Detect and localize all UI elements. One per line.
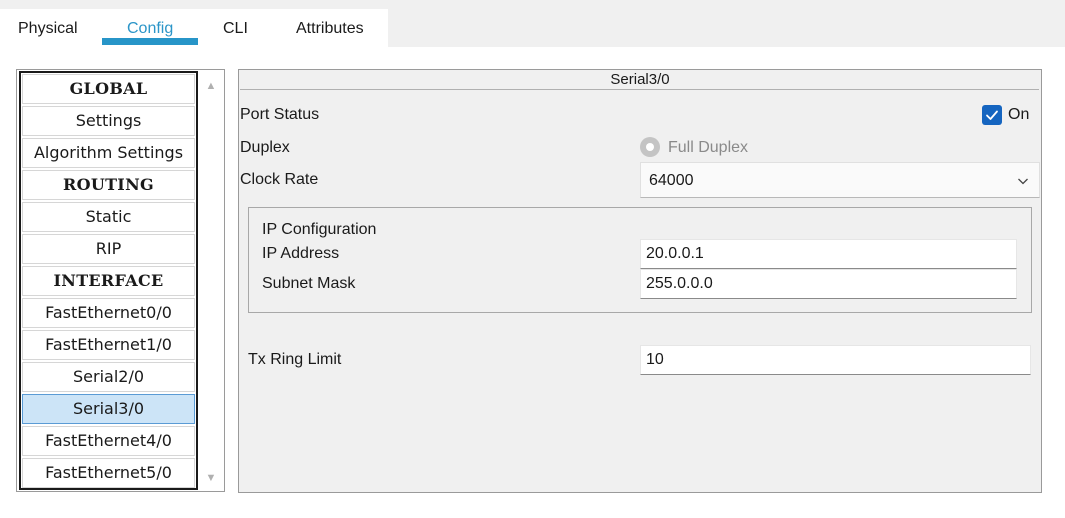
- tab-config[interactable]: Config: [127, 18, 173, 40]
- sidebar-item-fastethernet5-0[interactable]: FastEthernet5/0: [22, 458, 195, 488]
- tx-ring-limit-input[interactable]: [640, 345, 1031, 375]
- radio-dot: [646, 143, 654, 151]
- panel-title: Serial3/0: [610, 71, 670, 88]
- active-tab-indicator: [102, 38, 198, 45]
- clock-rate-select[interactable]: 64000: [640, 162, 1040, 198]
- sidebar-header-interface: INTERFACE: [22, 266, 195, 296]
- full-duplex-label: Full Duplex: [668, 139, 749, 156]
- sidebar-item-static[interactable]: Static: [22, 202, 195, 232]
- subnet-mask-input[interactable]: [640, 269, 1017, 299]
- clock-rate-label: Clock Rate: [240, 171, 319, 188]
- tx-ring-limit-label: Tx Ring Limit: [248, 351, 342, 368]
- sidebar-header-global: GLOBAL: [22, 74, 195, 104]
- port-status-checkbox[interactable]: [982, 105, 1002, 125]
- port-status-on-label: On: [1008, 106, 1030, 123]
- tab-cli[interactable]: CLI: [223, 18, 248, 40]
- port-status-label: Port Status: [240, 106, 320, 123]
- tab-attributes[interactable]: Attributes: [296, 18, 364, 40]
- subnet-mask-label: Subnet Mask: [262, 275, 356, 292]
- checkmark-icon: [986, 110, 998, 120]
- arrow-down-icon[interactable]: ▼: [204, 472, 218, 484]
- sidebar-item-settings[interactable]: Settings: [22, 106, 195, 136]
- sidebar-item-fastethernet0-0[interactable]: FastEthernet0/0: [22, 298, 195, 328]
- divider: [240, 89, 1039, 90]
- sidebar-item-rip[interactable]: RIP: [22, 234, 195, 264]
- arrow-up-icon[interactable]: ▲: [204, 80, 218, 92]
- full-duplex-radio[interactable]: [640, 137, 660, 157]
- sidebar-item-fastethernet4-0[interactable]: FastEthernet4/0: [22, 426, 195, 456]
- clock-rate-value: 64000: [649, 172, 694, 189]
- ip-address-input[interactable]: [640, 239, 1017, 269]
- sidebar-item-algorithm-settings[interactable]: Algorithm Settings: [22, 138, 195, 168]
- sidebar-header-routing: ROUTING: [22, 170, 195, 200]
- ip-address-label: IP Address: [262, 245, 340, 262]
- sidebar-item-serial3-0[interactable]: Serial3/0: [22, 394, 195, 424]
- chevron-down-icon: [1017, 174, 1029, 192]
- ip-configuration-title: IP Configuration: [262, 221, 377, 238]
- duplex-label: Duplex: [240, 139, 290, 156]
- sidebar-item-fastethernet1-0[interactable]: FastEthernet1/0: [22, 330, 195, 360]
- sidebar-item-serial2-0[interactable]: Serial2/0: [22, 362, 195, 392]
- tab-physical[interactable]: Physical: [18, 18, 78, 40]
